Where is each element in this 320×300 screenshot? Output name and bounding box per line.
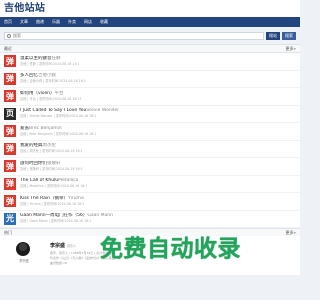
song-meta: 吉他 | 平台 | 发布时间:2024-06-16 16:17 <box>20 96 82 101</box>
profile-name-text: 李宗盛 <box>50 243 66 249</box>
song-info: 如何用（violin）平台 吉他 | 平台 | 发布时间:2024-06-16 1… <box>20 91 82 102</box>
site-search-button[interactable]: 搜站 <box>266 31 280 40</box>
list-item[interactable]: 弹爱盖Brec Benjamin 吉他 | Brec Benjamin | 发布时… <box>0 123 300 141</box>
song-artist: 张敬轩 <box>47 160 61 166</box>
song-title-text: 我爱的经典 <box>20 143 43 149</box>
song-artist: Yiruma <box>68 195 84 201</box>
more-link[interactable]: 更多» <box>286 46 296 52</box>
section-title: 热门 <box>4 229 12 235</box>
song-thumb-icon[interactable]: 光 <box>4 212 16 225</box>
song-meta: 吉他 | Gaan Mann | 发布时间:2024-06-16 16:1 <box>20 219 92 224</box>
song-meta: 吉他 | Stevie Wonder | 发布时间:2024-06-16 16:… <box>20 114 97 119</box>
list-item[interactable]: 弹多人回忆吉他小叙 吉他 | 吉他小叙 | 发布时间:2024-06-16 16:… <box>0 71 300 88</box>
song-meta: 吉他 | Yiruma | 发布时间:2024-06-16 16:1 <box>20 201 85 206</box>
song-meta: 吉他 | 张敬轩 | 发布时间:2024-06-16 16:1 <box>20 166 83 171</box>
site-header: 吉他站站 <box>0 0 300 17</box>
song-thumb-icon[interactable]: 弹 <box>4 55 16 68</box>
nav-item-home[interactable]: 首页 <box>4 17 12 27</box>
nav-item-favorites[interactable]: 收藏 <box>100 17 108 27</box>
song-thumb-icon[interactable]: 弹 <box>4 195 16 208</box>
song-artist: Brec Benjamin <box>29 125 62 131</box>
song-title[interactable]: Kiss The Rain（钢琴）Yiruma <box>20 196 84 202</box>
song-info: 多人回忆吉他小叙 吉他 | 吉他小叙 | 发布时间:2024-06-16 16:1 <box>20 73 86 84</box>
search-icon <box>7 33 11 38</box>
song-meta: 吉他 | 周杰伦 | 发布时间:2024-06-16 16:1 <box>20 149 83 154</box>
song-thumb-icon[interactable]: 页 <box>4 107 16 120</box>
song-title-text: The Call of Khulu <box>20 178 59 184</box>
song-info: 爱盖Brec Benjamin 吉他 | Brec Benjamin | 发布时间… <box>20 126 96 137</box>
more-link[interactable]: 更多» <box>286 230 296 236</box>
song-artist: 平台 <box>54 90 64 96</box>
song-meta: 吉他 | 吉他小叙 | 发布时间:2024-06-16 16:1 <box>20 79 86 84</box>
song-thumb-icon[interactable]: 弹 <box>4 142 16 155</box>
avatar[interactable] <box>16 242 30 256</box>
profile-name-sub: 音乐人 <box>67 244 77 248</box>
nav-item-takeout[interactable]: 外卖 <box>68 17 76 27</box>
song-info: 温柔以主的颤音任静 吉他 | 任静 | 发布时间:2024-06-16 14:1 <box>20 56 79 67</box>
watermark: 免费自动收录 <box>100 236 241 262</box>
song-thumb-icon[interactable]: 弹 <box>4 160 16 173</box>
song-info: Kiss The Rain（钢琴）Yiruma 吉他 | Yiruma | 发布时… <box>20 196 84 207</box>
song-info: I Just Called To Say I Love YouStevie Wo… <box>20 108 119 119</box>
song-title-text: 温柔以主的颤音 <box>20 55 52 61</box>
list-section-header: 最近 更多» <box>0 44 300 53</box>
profile-name[interactable]: 李宗盛 音乐人 <box>50 242 76 249</box>
list-item[interactable]: 光 Gaan Mann一周电门在作（56）Gaan Mann 吉他 | Gaan M… <box>0 211 300 228</box>
song-info: 我爱的经典周杰伦 吉他 | 周杰伦 | 发布时间:2024-06-16 16:1 <box>20 143 83 154</box>
song-artist: 周杰伦 <box>42 143 57 149</box>
search-box <box>4 31 264 40</box>
song-artist: 吉他小叙 <box>38 73 56 79</box>
song-title-text: 如何用（violin） <box>20 90 55 96</box>
list-item[interactable]: 页 I Just Called To Say I Love YouStevie W… <box>0 106 300 123</box>
search-input[interactable] <box>13 33 218 38</box>
list-item[interactable]: 弹温柔以主的颤音任静 吉他 | 任静 | 发布时间:2024-06-16 14:1 <box>0 53 300 71</box>
song-meta: 吉他 | Brec Benjamin | 发布时间:2024-06-16 16:… <box>20 131 97 136</box>
song-thumb-icon[interactable]: 弹 <box>4 90 16 103</box>
song-artist: Metallica <box>58 178 79 184</box>
nav-item-instruments[interactable]: 乐器 <box>52 17 60 27</box>
song-artist: Gaan Mann <box>87 213 113 219</box>
song-thumb-icon[interactable]: 弹 <box>4 125 16 138</box>
song-meta: 吉他 | Metallica | 发布时间:2024-06-16 16:1 <box>20 184 88 189</box>
song-title-text: 爱盖 <box>20 125 29 131</box>
song-title-text: Gaan Mann一周电门在作（56） <box>20 213 88 219</box>
site-logo[interactable]: 吉他站站 <box>4 3 296 14</box>
section-title: 最近 <box>4 45 12 51</box>
song-thumb-icon[interactable]: 弹 <box>4 177 16 190</box>
list-item[interactable]: 弹 Kiss The Rain（钢琴）Yiruma 吉他 | Yiruma | 发布… <box>0 193 300 211</box>
song-artist: Stevie Wonder <box>86 108 120 114</box>
page: 吉他站站 首页 文章 曲谱 乐器 外卖 网店 收藏 搜站 搜索 最近 更多» 弹… <box>0 0 300 300</box>
song-title-text: I Just Called To Say I Love You <box>20 108 87 114</box>
song-title-text: 多人回忆 <box>20 73 38 79</box>
list-item[interactable]: 弹如何用（violin）平台 吉他 | 平台 | 发布时间:2024-06-16 … <box>0 88 300 106</box>
search-button[interactable]: 搜索 <box>282 31 296 40</box>
avatar-caption: 李宗盛 <box>19 259 29 263</box>
song-info: The Call of KhuluMetallica 吉他 | Metallica… <box>20 178 87 189</box>
song-artist: 任静 <box>51 55 61 61</box>
song-info: Gaan Mann一周电门在作（56）Gaan Mann 吉他 | Gaan Ma… <box>20 213 113 224</box>
song-thumb-icon[interactable]: 弹 <box>4 72 16 85</box>
list-item[interactable]: 弹我爱的经典周杰伦 吉他 | 周杰伦 | 发布时间:2024-06-16 16:1 <box>0 141 300 158</box>
profile-card: 李宗盛 李宗盛 音乐人 歌手、音乐人 | 1958年7月19日 | 台湾省新北市 … <box>0 236 300 275</box>
nav-item-shop[interactable]: 网店 <box>84 17 92 27</box>
song-meta: 吉他 | 任静 | 发布时间:2024-06-16 14:1 <box>20 61 80 66</box>
song-title-text: Kiss The Rain（钢琴） <box>20 195 69 201</box>
main-nav: 首页 文章 曲谱 乐器 外卖 网店 收藏 <box>0 17 300 27</box>
list-item[interactable]: 弹旅何时回你们张敬轩 吉他 | 张敬轩 | 发布时间:2024-06-16 16:… <box>0 158 300 176</box>
list-item[interactable]: 弹 The Call of KhuluMetallica 吉他 | Metallic… <box>0 176 300 193</box>
nav-item-articles[interactable]: 文章 <box>20 17 28 27</box>
song-info: 旅何时回你们张敬轩 吉他 | 张敬轩 | 发布时间:2024-06-16 16:1 <box>20 161 83 172</box>
profile-line: 曲谱数量:18 <box>50 261 67 265</box>
song-list: 弹温柔以主的颤音任静 吉他 | 任静 | 发布时间:2024-06-16 14:1… <box>0 53 300 228</box>
nav-item-tabs[interactable]: 曲谱 <box>36 17 44 27</box>
song-title-text: 旅何时回你们 <box>20 160 47 166</box>
search-bar: 搜站 搜索 <box>0 27 300 44</box>
